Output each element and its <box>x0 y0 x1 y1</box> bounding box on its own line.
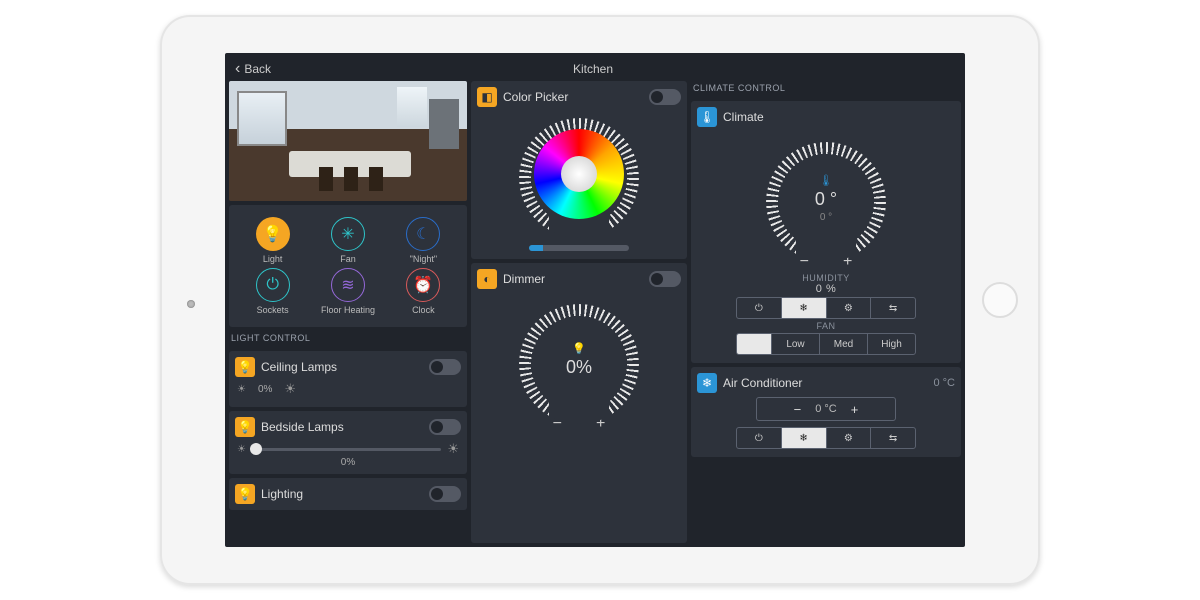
clock-icon: ⏰ <box>406 268 440 302</box>
mode-auto[interactable]: ⚙ <box>826 298 871 318</box>
dimmer-icon: ◐ <box>477 269 497 289</box>
color-icon: ◧ <box>477 87 497 107</box>
tablet-frame: ‹ Back Kitchen � <box>160 15 1040 585</box>
climate-set: 0 ° <box>820 212 832 223</box>
quick-night[interactable]: ☾ "Night" <box>390 217 457 264</box>
mode-power[interactable]: ⏻ <box>737 298 781 318</box>
ac-reading: 0 °C <box>933 377 955 389</box>
quick-light[interactable]: 💡 Light <box>239 217 306 264</box>
moon-icon: ☾ <box>406 217 440 251</box>
ac-mode-power[interactable]: ⏻ <box>737 428 781 448</box>
dimmer-value: 0% <box>566 357 592 378</box>
thermometer-icon: 🌡 <box>697 107 717 127</box>
fan-label: FAN <box>697 321 955 331</box>
quick-actions: 💡 Light ✳ Fan ☾ "Night" ⏻ <box>229 205 467 327</box>
dimmer-label: Dimmer <box>503 272 643 286</box>
ac-minus[interactable]: − <box>794 402 802 417</box>
bulb-icon: 💡 <box>235 417 255 437</box>
climate-current: 0 ° <box>815 189 837 210</box>
bedside-lamps-toggle[interactable] <box>429 419 461 435</box>
light-icon: 💡 <box>256 217 290 251</box>
humidity-label: HUMIDITY <box>697 273 955 283</box>
room-photo-panel <box>229 81 467 201</box>
dimmer-dial-wrap: 💡 0% − + <box>477 289 681 435</box>
ceiling-lamps-slider-row: 0% <box>235 377 461 401</box>
fan-speed-segments: Low Med High <box>736 333 916 355</box>
dimmer-panel: ◐ Dimmer 💡 0% − <box>471 263 687 543</box>
bulb-icon: 💡 <box>235 357 255 377</box>
lighting-panel: 💡 Lighting <box>229 478 467 510</box>
mode-cool[interactable]: ❄ <box>781 298 826 318</box>
ac-mode-auto[interactable]: ⚙ <box>826 428 871 448</box>
quick-floor-heating[interactable]: ≋ Floor Heating <box>314 268 381 315</box>
page-title: Kitchen <box>271 62 915 76</box>
quick-label: Fan <box>340 254 356 264</box>
color-wheel[interactable] <box>534 129 624 219</box>
bulb-icon: 💡 <box>572 342 586 355</box>
ac-label: Air Conditioner <box>723 376 927 390</box>
ac-stepper: − 0 °C + <box>756 397 896 421</box>
lighting-toggle[interactable] <box>429 486 461 502</box>
quick-clock[interactable]: ⏰ Clock <box>390 268 457 315</box>
ac-mode-segments: ⏻ ❄ ⚙ ⇆ <box>736 427 916 449</box>
power-icon: ⏻ <box>256 268 290 302</box>
slider-knob[interactable] <box>250 443 262 455</box>
bedside-percent: 0% <box>235 457 461 468</box>
top-bar: ‹ Back Kitchen <box>229 57 961 81</box>
bedside-lamps-label: Bedside Lamps <box>261 420 423 434</box>
color-slider[interactable] <box>529 245 629 251</box>
color-picker-panel: ◧ Color Picker <box>471 81 687 259</box>
fan-low[interactable]: Low <box>771 334 819 354</box>
climate-mode-segments: ⏻ ❄ ⚙ ⇆ <box>736 297 916 319</box>
back-button[interactable]: Back <box>244 62 271 76</box>
ceiling-lamps-toggle[interactable] <box>429 359 461 375</box>
quick-sockets[interactable]: ⏻ Sockets <box>239 268 306 315</box>
mode-swap[interactable]: ⇆ <box>870 298 915 318</box>
lighting-label: Lighting <box>261 487 423 501</box>
fan-med[interactable]: Med <box>819 334 867 354</box>
quick-label: Sockets <box>257 305 289 315</box>
room-photo[interactable] <box>229 81 467 201</box>
bedside-lamps-panel: 💡 Bedside Lamps 0% <box>229 411 467 474</box>
climate-label: Climate <box>723 110 955 124</box>
fan-icon: ✳ <box>331 217 365 251</box>
brightness-high-icon <box>284 381 296 397</box>
quick-fan[interactable]: ✳ Fan <box>314 217 381 264</box>
quick-label: Clock <box>412 305 435 315</box>
bedside-track[interactable] <box>252 448 441 451</box>
ac-panel: ❄ Air Conditioner 0 °C − 0 °C + ⏻ ❄ ⚙ ⇆ <box>691 367 961 457</box>
humidity-value: 0 % <box>697 283 955 295</box>
ac-mode-swap[interactable]: ⇆ <box>870 428 915 448</box>
brightness-high-icon <box>447 441 459 457</box>
fan-auto[interactable] <box>737 334 771 354</box>
brightness-low-icon <box>237 384 246 395</box>
ac-mode-cool[interactable]: ❄ <box>781 428 826 448</box>
quick-label: "Night" <box>410 254 437 264</box>
climate-panel: 🌡 Climate 🌡 0 ° 0 ° <box>691 101 961 363</box>
bulb-icon: 💡 <box>235 484 255 504</box>
climate-control-header: CLIMATE CONTROL <box>691 81 961 97</box>
heat-icon: ≋ <box>331 268 365 302</box>
ceiling-percent: 0% <box>252 384 278 395</box>
quick-label: Floor Heating <box>321 305 375 315</box>
ac-plus[interactable]: + <box>851 402 859 417</box>
ac-icon: ❄ <box>697 373 717 393</box>
ceiling-lamps-panel: 💡 Ceiling Lamps 0% <box>229 351 467 407</box>
fan-high[interactable]: High <box>867 334 915 354</box>
ceiling-lamps-label: Ceiling Lamps <box>261 360 423 374</box>
tablet-camera <box>187 300 195 308</box>
tablet-home-button[interactable] <box>982 282 1018 318</box>
thermometer-small-icon: 🌡 <box>819 174 833 187</box>
color-picker-label: Color Picker <box>503 90 643 104</box>
color-picker-toggle[interactable] <box>649 89 681 105</box>
light-control-header: LIGHT CONTROL <box>229 331 467 347</box>
color-dial[interactable] <box>514 109 644 239</box>
back-chevron-icon[interactable]: ‹ <box>235 60 240 78</box>
brightness-low-icon <box>237 444 246 455</box>
dimmer-toggle[interactable] <box>649 271 681 287</box>
ac-set-value: 0 °C <box>815 403 837 415</box>
app-screen: ‹ Back Kitchen � <box>225 53 965 547</box>
quick-label: Light <box>263 254 283 264</box>
